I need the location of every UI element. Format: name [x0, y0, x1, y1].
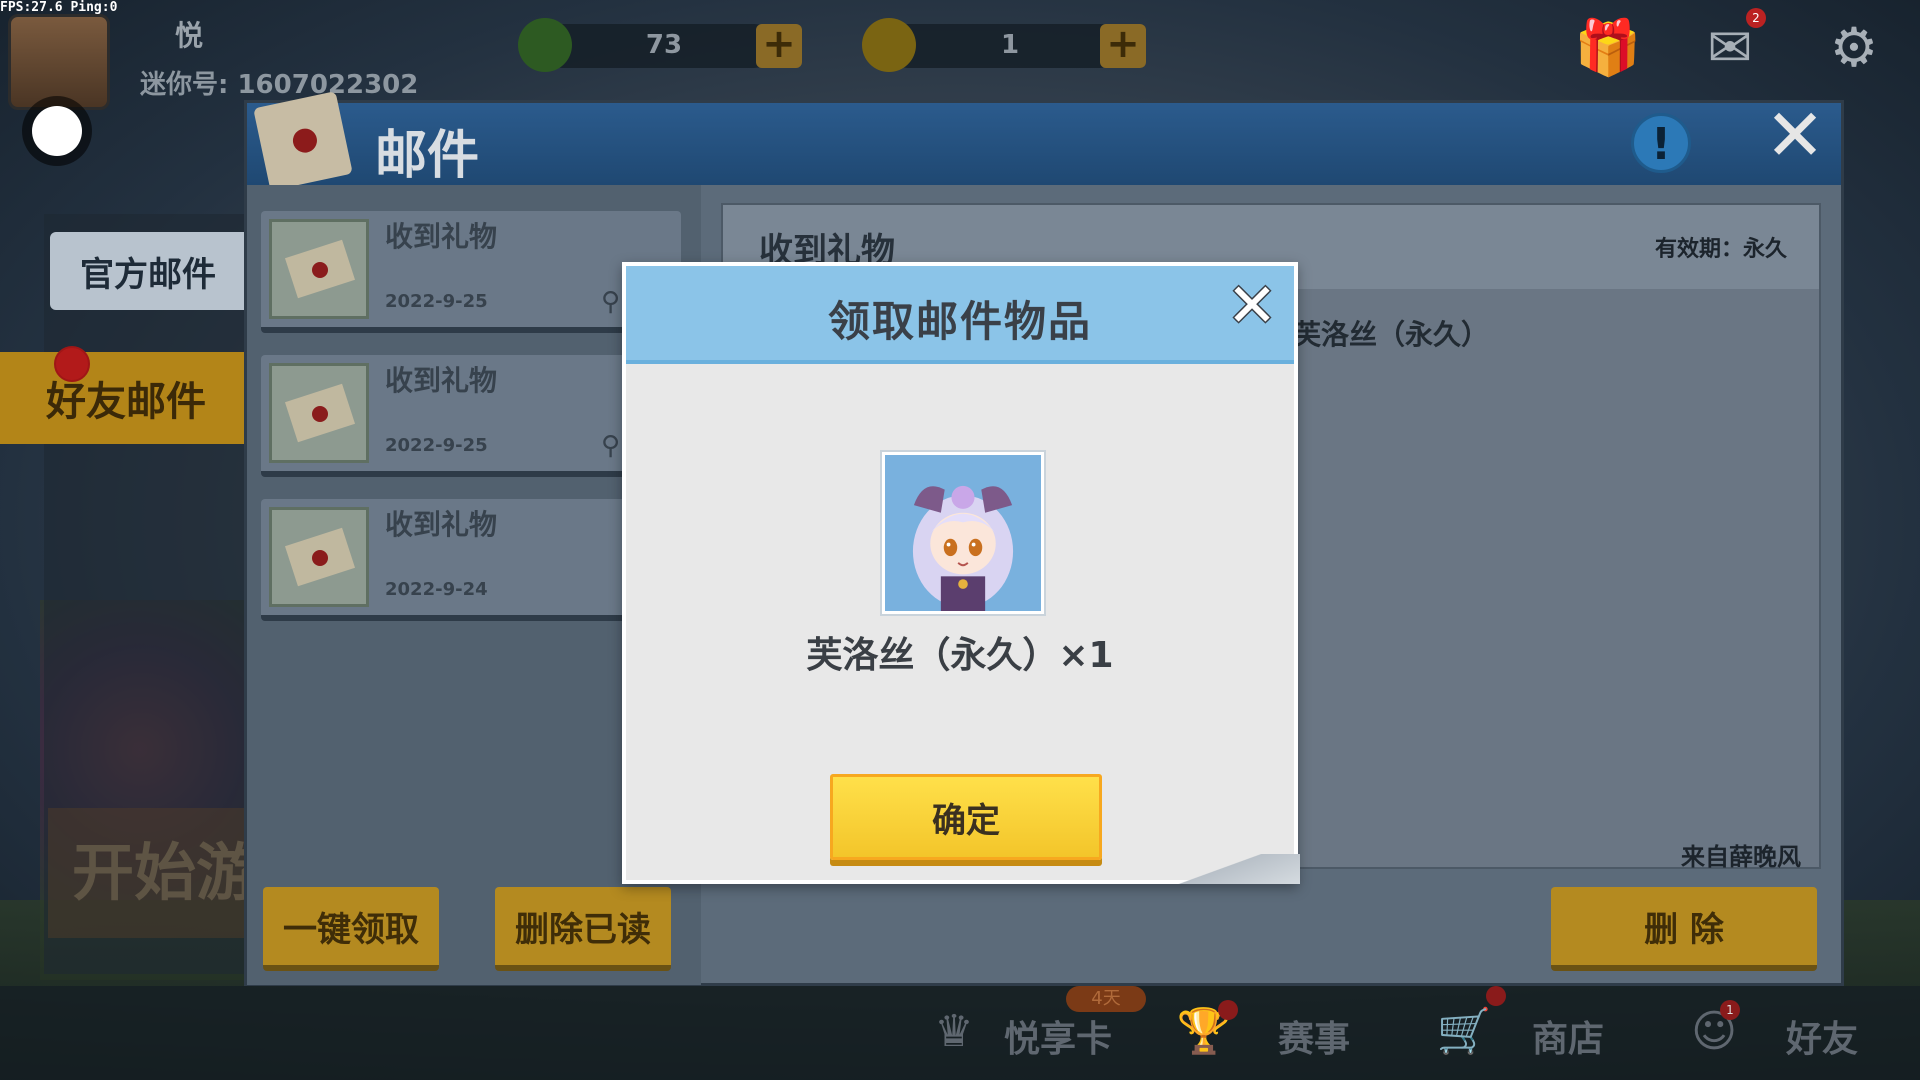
mail-sender: 来自薛晚风 [1681, 843, 1801, 871]
gem-icon [518, 18, 572, 72]
nav-vip-card[interactable]: 悦享卡 [1004, 1010, 1112, 1062]
coins-value: 1 [1000, 30, 1020, 60]
start-game-button[interactable]: 开始游 [48, 808, 258, 938]
envelope-icon [253, 91, 353, 191]
tab-official-mail[interactable]: 官方邮件 [50, 232, 246, 310]
reward-item-label: 芙洛丝（永久）×1 [806, 635, 1114, 676]
info-button[interactable]: ! [1631, 113, 1691, 173]
shop-cart-icon: 🛒 [1436, 1006, 1492, 1057]
nav-events[interactable]: 赛事 [1278, 1010, 1350, 1062]
mail-item-title: 收到礼物 [385, 220, 498, 253]
friend-mail-notification-dot [54, 346, 90, 382]
mail-envelope-icon [269, 219, 369, 319]
delete-read-button[interactable]: 删除已读 [495, 887, 671, 971]
tab-friend-mail[interactable]: 好友邮件 [0, 352, 252, 444]
confirm-button[interactable]: 确定 [830, 774, 1102, 860]
mail-item-date: 2022-9-25 [385, 291, 488, 312]
dialog-close-button[interactable]: ✕ [1224, 276, 1280, 336]
record-button[interactable] [32, 106, 82, 156]
mail-badge: 2 [1746, 8, 1766, 28]
mail-list-item[interactable]: 收到礼物 2022-9-25 ⚲ [261, 355, 681, 477]
mail-item-date: 2022-9-25 [385, 435, 488, 456]
shop-notification-dot [1486, 986, 1506, 1006]
reward-item-slot [882, 452, 1044, 614]
mail-title: 邮件 [375, 126, 480, 186]
mail-envelope-icon [269, 363, 369, 463]
nav-shop[interactable]: 商店 [1532, 1010, 1604, 1062]
coin-icon [862, 18, 916, 72]
mail-item-title: 收到礼物 [385, 508, 498, 541]
gift-icon[interactable]: 🎁 [1574, 18, 1641, 78]
mail-list-item[interactable]: 收到礼物 2022-9-24 [261, 499, 681, 621]
add-gems-button[interactable]: + [756, 24, 802, 68]
events-notification-dot [1218, 1000, 1238, 1020]
mail-list-item[interactable]: 收到礼物 2022-9-25 ⚲ [261, 211, 681, 333]
settings-gear-icon[interactable]: ⚙ [1822, 18, 1886, 78]
character-portrait-icon [885, 455, 1041, 611]
dialog-header: 领取邮件物品 ✕ [626, 266, 1294, 364]
claim-item-dialog: 领取邮件物品 ✕ 芙洛丝（永久）×1 确定 [622, 262, 1300, 884]
mail-close-button[interactable]: ✕ [1759, 99, 1831, 171]
vip-card-icon: ♛ [934, 1006, 974, 1057]
friends-badge: 1 [1720, 1000, 1740, 1020]
mail-item-title: 收到礼物 [385, 364, 498, 397]
player-avatar[interactable] [8, 14, 110, 110]
player-id: 迷你号: 1607022302 [140, 70, 419, 100]
mail-item-date: 2022-9-24 [385, 579, 488, 600]
delete-button[interactable]: 删 除 [1551, 887, 1817, 971]
mail-detail-body: 芙洛丝（永久） [1293, 318, 1490, 351]
nav-friends[interactable]: 好友 [1786, 1010, 1858, 1062]
vip-days-tag: 4天 [1066, 986, 1146, 1012]
add-coins-button[interactable]: + [1100, 24, 1146, 68]
dialog-title: 领取邮件物品 [827, 297, 1092, 346]
mail-validity: 有效期：永久 [1654, 237, 1787, 262]
player-name: 悦 [175, 19, 204, 52]
mail-header: 邮件 ! ✕ [247, 91, 1841, 191]
claim-all-button[interactable]: 一键领取 [263, 887, 439, 971]
fps-readout: FPS:27.6 Ping:0 [0, 0, 118, 15]
dialog-page-curl [1160, 854, 1300, 884]
gems-value: 73 [645, 30, 683, 60]
mail-envelope-icon [269, 507, 369, 607]
